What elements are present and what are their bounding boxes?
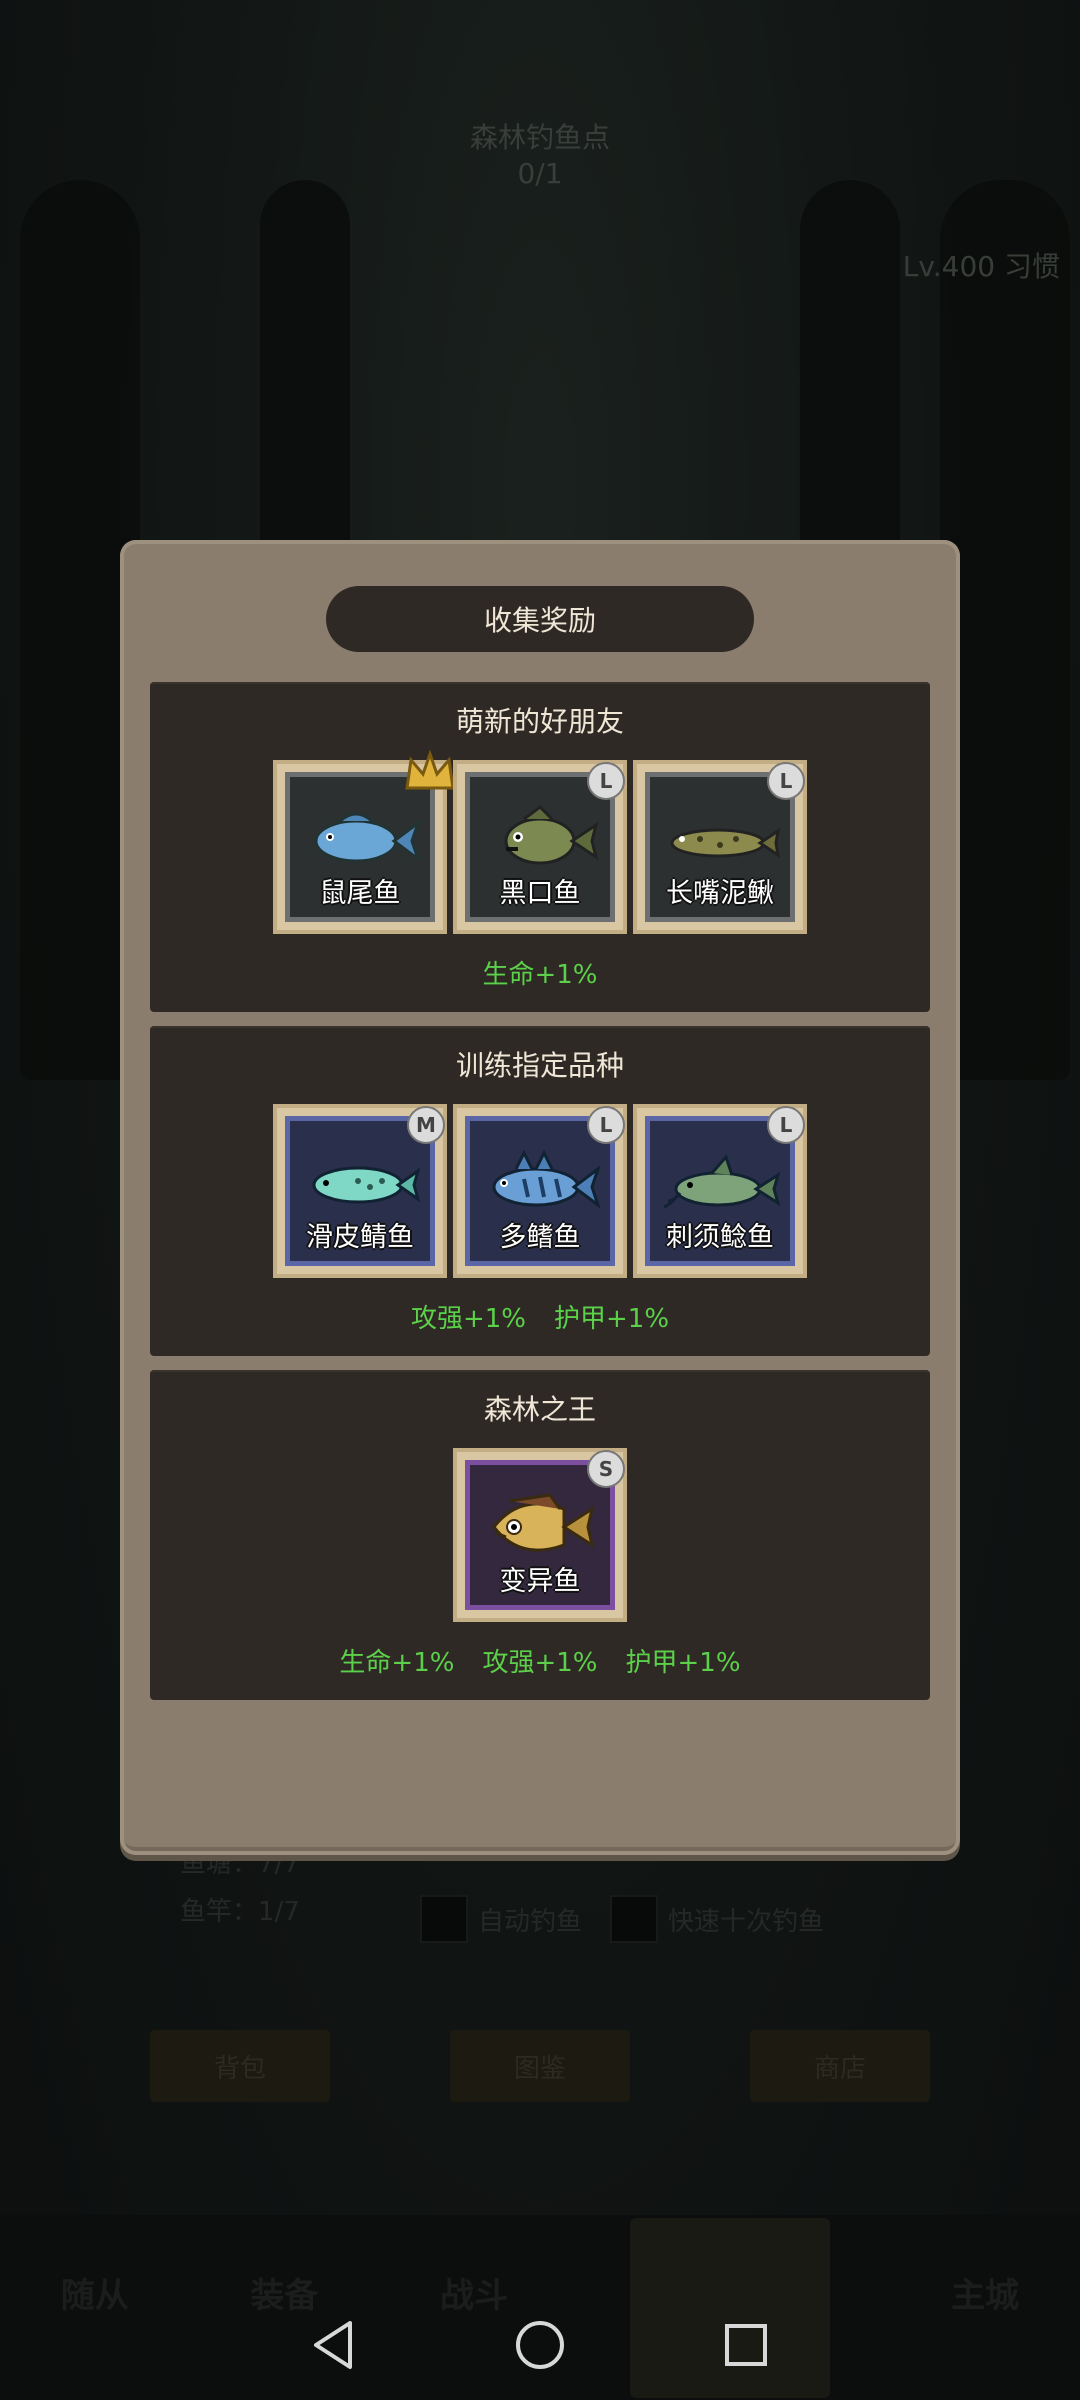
rarity-badge: L	[767, 1106, 805, 1144]
home-icon[interactable]	[512, 2317, 568, 2373]
section-bonus: 生命+1% 攻强+1% 护甲+1%	[150, 1642, 930, 1679]
smooth-mackerel-icon	[312, 1166, 420, 1204]
fish-card[interactable]: 长嘴泥鳅 L	[633, 760, 807, 934]
rarity-badge: L	[587, 762, 625, 800]
spiny-catfish-icon	[663, 1153, 780, 1209]
black-mouth-fish-icon	[504, 804, 599, 865]
fish-name: 滑皮鲭鱼	[306, 1222, 414, 1253]
rarity-badge: M	[407, 1106, 445, 1144]
mouse-tail-fish-icon	[314, 812, 420, 863]
bonus-text: 护甲+1%	[554, 1304, 670, 1334]
recents-icon[interactable]	[718, 2317, 774, 2373]
bonus-text: 攻强+1%	[482, 1648, 598, 1678]
crown-icon	[405, 750, 455, 790]
system-nav-bar	[0, 2290, 1080, 2400]
rarity-badge: L	[767, 762, 805, 800]
dialog-title: 收集奖励	[326, 586, 754, 652]
section-title: 训练指定品种	[455, 1049, 624, 1082]
reward-section: 森林之王 变异鱼 S 生命+1% 攻强+1% 护甲+1%	[150, 1370, 930, 1700]
fish-card-row: 变异鱼 S	[150, 1448, 930, 1622]
bonus-text: 攻强+1%	[410, 1304, 526, 1334]
fish-card[interactable]: 鼠尾鱼	[273, 750, 455, 934]
fish-card-row: 鼠尾鱼 黑口鱼 L 长嘴泥鳅 L	[150, 750, 930, 934]
collection-reward-dialog: 收集奖励 萌新的好朋友 鼠尾鱼 黑口鱼 L 长嘴泥鳅 L 生命+1% 训练指定品…	[120, 540, 960, 1855]
bonus-text: 护甲+1%	[625, 1648, 741, 1678]
card-frame-grey: 鼠尾鱼	[285, 772, 435, 922]
fish-card[interactable]: 变异鱼 S	[453, 1448, 627, 1622]
fish-card[interactable]: 多鳍鱼 L	[453, 1104, 627, 1278]
rarity-badge: L	[587, 1106, 625, 1144]
mutant-fish-icon	[492, 1492, 595, 1552]
rarity-badge: S	[587, 1450, 625, 1488]
section-title: 萌新的好朋友	[455, 705, 624, 738]
fish-card-row: 滑皮鲭鱼 M 多鳍鱼 L 刺须鲶鱼 L	[150, 1104, 930, 1278]
fish-name: 长嘴泥鳅	[666, 878, 774, 909]
multi-fin-fish-icon	[492, 1149, 600, 1208]
section-bonus: 攻强+1% 护甲+1%	[150, 1298, 930, 1335]
fish-name: 黑口鱼	[499, 878, 581, 909]
bonus-text: 生命+1%	[482, 960, 598, 990]
reward-section: 萌新的好朋友 鼠尾鱼 黑口鱼 L 长嘴泥鳅 L 生命+1%	[150, 682, 930, 1012]
fish-card[interactable]: 刺须鲶鱼 L	[633, 1104, 807, 1278]
section-title: 森林之王	[483, 1393, 596, 1426]
fish-name: 变异鱼	[499, 1566, 581, 1597]
reward-section: 训练指定品种 滑皮鲭鱼 M 多鳍鱼 L 刺须鲶鱼 L 攻强+1% 护甲+1%	[150, 1026, 930, 1356]
fish-card[interactable]: 滑皮鲭鱼 M	[273, 1104, 447, 1278]
section-bonus: 生命+1%	[150, 954, 930, 991]
long-snout-loach-icon	[670, 827, 780, 858]
back-icon[interactable]	[306, 2317, 362, 2373]
fish-name: 多鳍鱼	[499, 1222, 581, 1253]
fish-name: 鼠尾鱼	[319, 878, 401, 909]
fish-name: 刺须鲶鱼	[666, 1222, 774, 1253]
fish-card[interactable]: 黑口鱼 L	[453, 760, 627, 934]
bonus-text: 生命+1%	[339, 1648, 455, 1678]
